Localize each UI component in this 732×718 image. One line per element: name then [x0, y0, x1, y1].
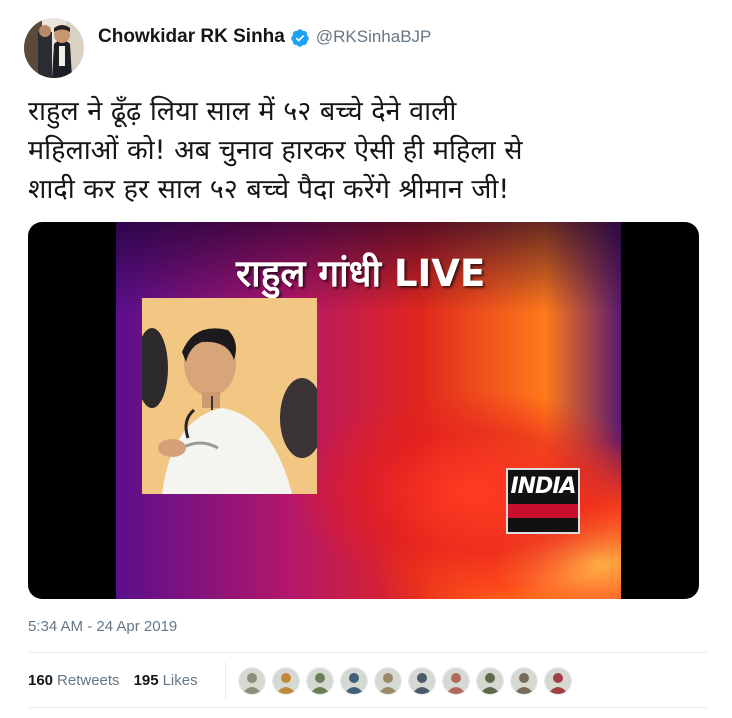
retweets-stat[interactable]: 160 Retweets — [28, 672, 120, 689]
liker-avatar-icon[interactable] — [374, 667, 402, 695]
tweet-stats: 160 Retweets 195 Likes — [28, 672, 212, 689]
divider — [28, 652, 708, 653]
video-inset-speaker-image — [142, 298, 317, 494]
likes-stat[interactable]: 195 Likes — [134, 672, 198, 689]
user-avatar-icon — [24, 18, 84, 78]
author-avatar[interactable] — [24, 18, 84, 78]
retweets-label: Retweets — [57, 672, 120, 689]
stats-separator — [225, 662, 226, 700]
author-handle[interactable]: @RKSinhaBJP — [316, 27, 432, 47]
author-display-name[interactable]: Chowkidar RK Sinha — [98, 26, 285, 48]
tweet-header: Chowkidar RK Sinha @RKSinhaBJP — [24, 18, 431, 78]
liker-avatar-icon[interactable] — [306, 667, 334, 695]
liker-avatars — [238, 667, 578, 695]
likes-label: Likes — [162, 672, 198, 689]
liker-avatar-icon[interactable] — [408, 667, 436, 695]
liker-avatar-icon[interactable] — [272, 667, 300, 695]
liker-avatar-icon[interactable] — [340, 667, 368, 695]
liker-avatar-icon[interactable] — [442, 667, 470, 695]
divider — [28, 707, 708, 708]
video-overlay-title: राहुल गांधी LIVE — [236, 252, 486, 295]
retweets-count: 160 — [28, 672, 54, 689]
tweet-text-line: राहुल ने ढूँढ़ लिया साल में ५२ बच्चे देन… — [28, 96, 457, 127]
tweet-media-video[interactable]: राहुल गांधी LIVE INDIA — [28, 222, 699, 599]
liker-avatar-icon[interactable] — [476, 667, 504, 695]
liker-avatar-icon[interactable] — [238, 667, 266, 695]
channel-logo-text: INDIA — [510, 474, 576, 499]
tweet-text: राहुल ने ढूँढ़ लिया साल में ५२ बच्चे देन… — [28, 92, 708, 209]
verified-badge-icon — [290, 28, 310, 48]
liker-avatar-icon[interactable] — [510, 667, 538, 695]
likes-count: 195 — [133, 672, 159, 689]
tweet-timestamp[interactable]: 5:34 AM - 24 Apr 2019 — [28, 618, 177, 635]
tweet-text-line: महिलाओं को! अब चुनाव हारकर ऐसी ही महिला … — [28, 135, 523, 166]
liker-avatar-icon[interactable] — [544, 667, 572, 695]
channel-logo: INDIA — [506, 468, 580, 534]
tweet-text-line: शादी कर हर साल ५२ बच्चे पैदा करेंगे श्री… — [28, 174, 510, 205]
